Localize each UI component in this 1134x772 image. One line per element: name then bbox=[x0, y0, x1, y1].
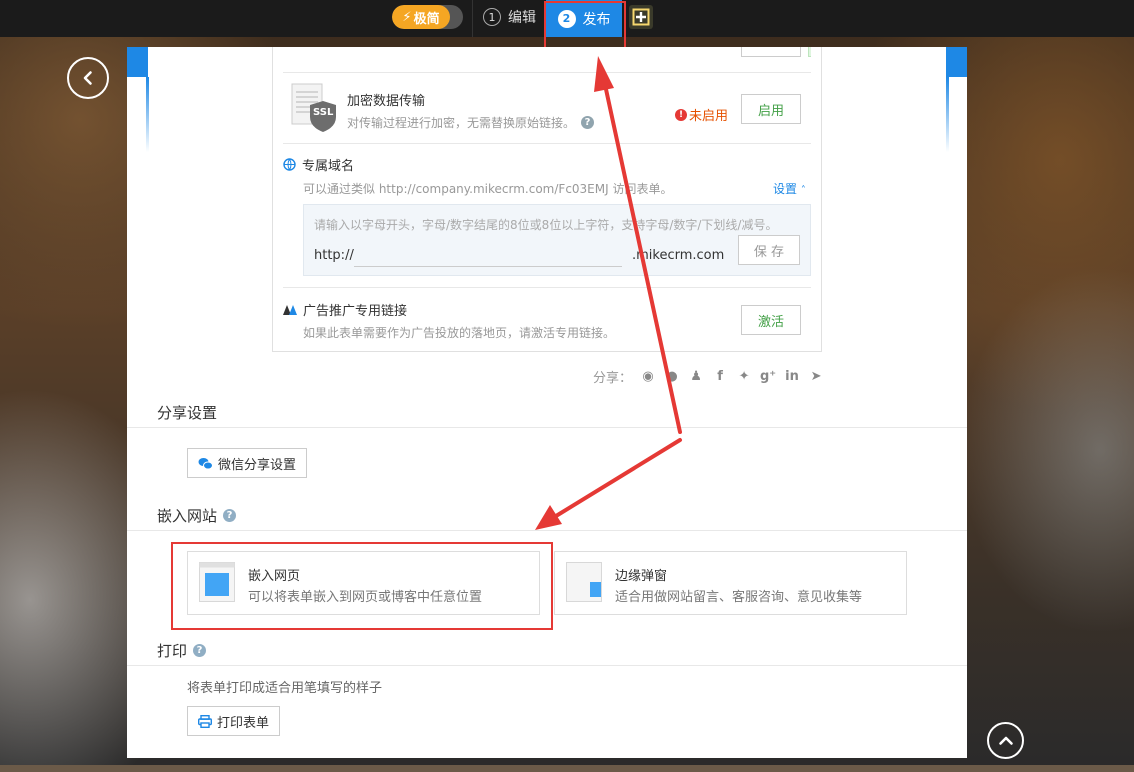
ad-link-row: 广告推广专用链接 如果此表单需要作为广告投放的落地页，请激活专用链接。 激活 bbox=[283, 287, 811, 351]
domain-desc: 可以通过类似 http://company.mikecrm.com/Fc03EM… bbox=[303, 182, 673, 196]
domain-hint: 请输入以字母开头，字母/数字结尾的8位或8位以上字符，支持字母/数字/下划线/减… bbox=[314, 218, 778, 232]
chevron-left-icon bbox=[83, 71, 92, 85]
step-edit[interactable]: 1 编辑 bbox=[483, 7, 536, 27]
print-form-label: 打印表单 bbox=[217, 715, 270, 731]
share-settings-title-text: 分享设置 bbox=[157, 404, 218, 422]
embed-highlight-box bbox=[171, 542, 553, 630]
cut-row-button[interactable] bbox=[741, 47, 801, 57]
ssl-desc: 对传输过程进行加密，无需替换原始链接。 ? bbox=[347, 114, 595, 131]
twitter-icon[interactable]: ✦ bbox=[736, 369, 752, 385]
domain-settings-link[interactable]: 设置 ˄ bbox=[773, 180, 806, 197]
domain-settings-label: 设置 bbox=[773, 182, 798, 196]
ssl-status-text: 未启用 bbox=[689, 109, 729, 124]
print-title-text: 打印 bbox=[157, 642, 188, 660]
help-icon[interactable]: ? bbox=[581, 116, 595, 129]
domain-save-button[interactable]: 保 存 bbox=[738, 235, 800, 265]
embed-title: 嵌入网站 ? bbox=[157, 505, 237, 526]
ad-activate-button[interactable]: 激活 bbox=[741, 305, 801, 335]
advanced-settings-card: SSL 加密数据传输 对传输过程进行加密，无需替换原始链接。 ? ! 未启用 启… bbox=[272, 47, 822, 352]
lightning-icon: ⚡ bbox=[402, 9, 412, 25]
embed-option-title: 边缘弹窗 bbox=[615, 569, 668, 584]
mode-toggle[interactable]: ⚡ 极简 bbox=[392, 5, 463, 29]
domain-input-box: 请输入以字母开头，字母/数字结尾的8位或8位以上字符，支持字母/数字/下划线/减… bbox=[303, 204, 811, 276]
domain-prefix: http:// bbox=[314, 248, 354, 263]
step-divider bbox=[472, 0, 473, 37]
embed-option-desc: 适合用做网站留言、客服咨询、意见收集等 bbox=[615, 590, 863, 605]
edge-popup-icon bbox=[566, 562, 602, 602]
print-form-button[interactable]: 打印表单 bbox=[187, 706, 281, 736]
domain-input[interactable] bbox=[354, 245, 622, 267]
wechat-share-label: 微信分享设置 bbox=[218, 457, 297, 473]
taskbar-strip bbox=[0, 765, 1134, 772]
publish-highlight-box bbox=[544, 1, 626, 50]
ad-link-title: 广告推广专用链接 bbox=[303, 304, 408, 319]
mode-toggle-on: ⚡ 极简 bbox=[392, 5, 450, 29]
linkedin-icon[interactable]: in bbox=[784, 369, 800, 385]
chevron-up-icon bbox=[998, 736, 1013, 745]
setting-row-cut bbox=[283, 47, 811, 73]
ssl-desc-text: 对传输过程进行加密，无需替换原始链接。 bbox=[347, 116, 576, 130]
wechat-icon bbox=[198, 457, 213, 469]
share-settings-title: 分享设置 bbox=[157, 402, 217, 423]
panel-header-left bbox=[127, 47, 149, 152]
wechat-share-button[interactable]: 微信分享设置 bbox=[187, 448, 308, 478]
share-label: 分享： bbox=[593, 371, 633, 386]
mode-label: 极简 bbox=[413, 11, 440, 27]
printer-icon bbox=[198, 714, 212, 728]
ssl-row: SSL 加密数据传输 对传输过程进行加密，无需替换原始链接。 ? ! 未启用 启… bbox=[283, 74, 811, 144]
domain-suffix: .mikecrm.com bbox=[632, 248, 725, 263]
panel-header-right bbox=[946, 47, 967, 152]
help-icon[interactable]: ? bbox=[223, 509, 237, 522]
embed-title-text: 嵌入网站 bbox=[157, 507, 218, 525]
ssl-enable-button[interactable]: 启用 bbox=[741, 94, 801, 124]
warning-icon: ! bbox=[675, 108, 687, 121]
preview-button[interactable] bbox=[629, 5, 653, 29]
google-plus-icon[interactable]: g⁺ bbox=[760, 369, 776, 385]
back-button[interactable] bbox=[67, 57, 109, 99]
domain-title: 专属域名 bbox=[302, 159, 355, 174]
ad-logo-icon bbox=[283, 304, 297, 315]
step-number: 1 bbox=[483, 8, 501, 26]
domain-header: 专属域名 bbox=[283, 155, 354, 174]
ad-link-header: 广告推广专用链接 bbox=[283, 300, 407, 319]
scroll-top-button[interactable] bbox=[987, 722, 1024, 759]
share-bar: 分享： ◉ ● ♟ f ✦ g⁺ in ➤ bbox=[593, 367, 824, 386]
weibo-icon[interactable]: ◉ bbox=[640, 369, 656, 385]
publish-panel: SSL 加密数据传输 对传输过程进行加密，无需替换原始链接。 ? ! 未启用 启… bbox=[127, 47, 967, 758]
ad-link-desc: 如果此表单需要作为广告投放的落地页，请激活专用链接。 bbox=[303, 326, 616, 340]
ssl-status: ! 未启用 bbox=[675, 105, 728, 124]
qq-icon[interactable]: ♟ bbox=[688, 369, 704, 385]
ssl-badge: SSL bbox=[313, 107, 334, 118]
ssl-title: 加密数据传输 bbox=[347, 94, 426, 109]
step-label: 编辑 bbox=[508, 10, 536, 26]
chevron-up-icon: ˄ bbox=[800, 185, 806, 196]
cut-row-status bbox=[808, 47, 811, 57]
divider bbox=[127, 665, 967, 666]
wechat-icon[interactable]: ● bbox=[664, 369, 680, 385]
globe-icon bbox=[283, 158, 296, 171]
help-icon[interactable]: ? bbox=[193, 644, 207, 657]
print-desc: 将表单打印成适合用笔填写的样子 bbox=[187, 681, 383, 696]
facebook-icon[interactable]: f bbox=[712, 369, 728, 385]
print-title: 打印 ? bbox=[157, 640, 207, 661]
preview-icon bbox=[632, 8, 650, 26]
telegram-icon[interactable]: ➤ bbox=[808, 369, 824, 385]
divider bbox=[127, 427, 967, 428]
divider bbox=[127, 530, 967, 531]
embed-option-popup[interactable]: 边缘弹窗 适合用做网站留言、客服咨询、意见收集等 bbox=[554, 551, 907, 615]
